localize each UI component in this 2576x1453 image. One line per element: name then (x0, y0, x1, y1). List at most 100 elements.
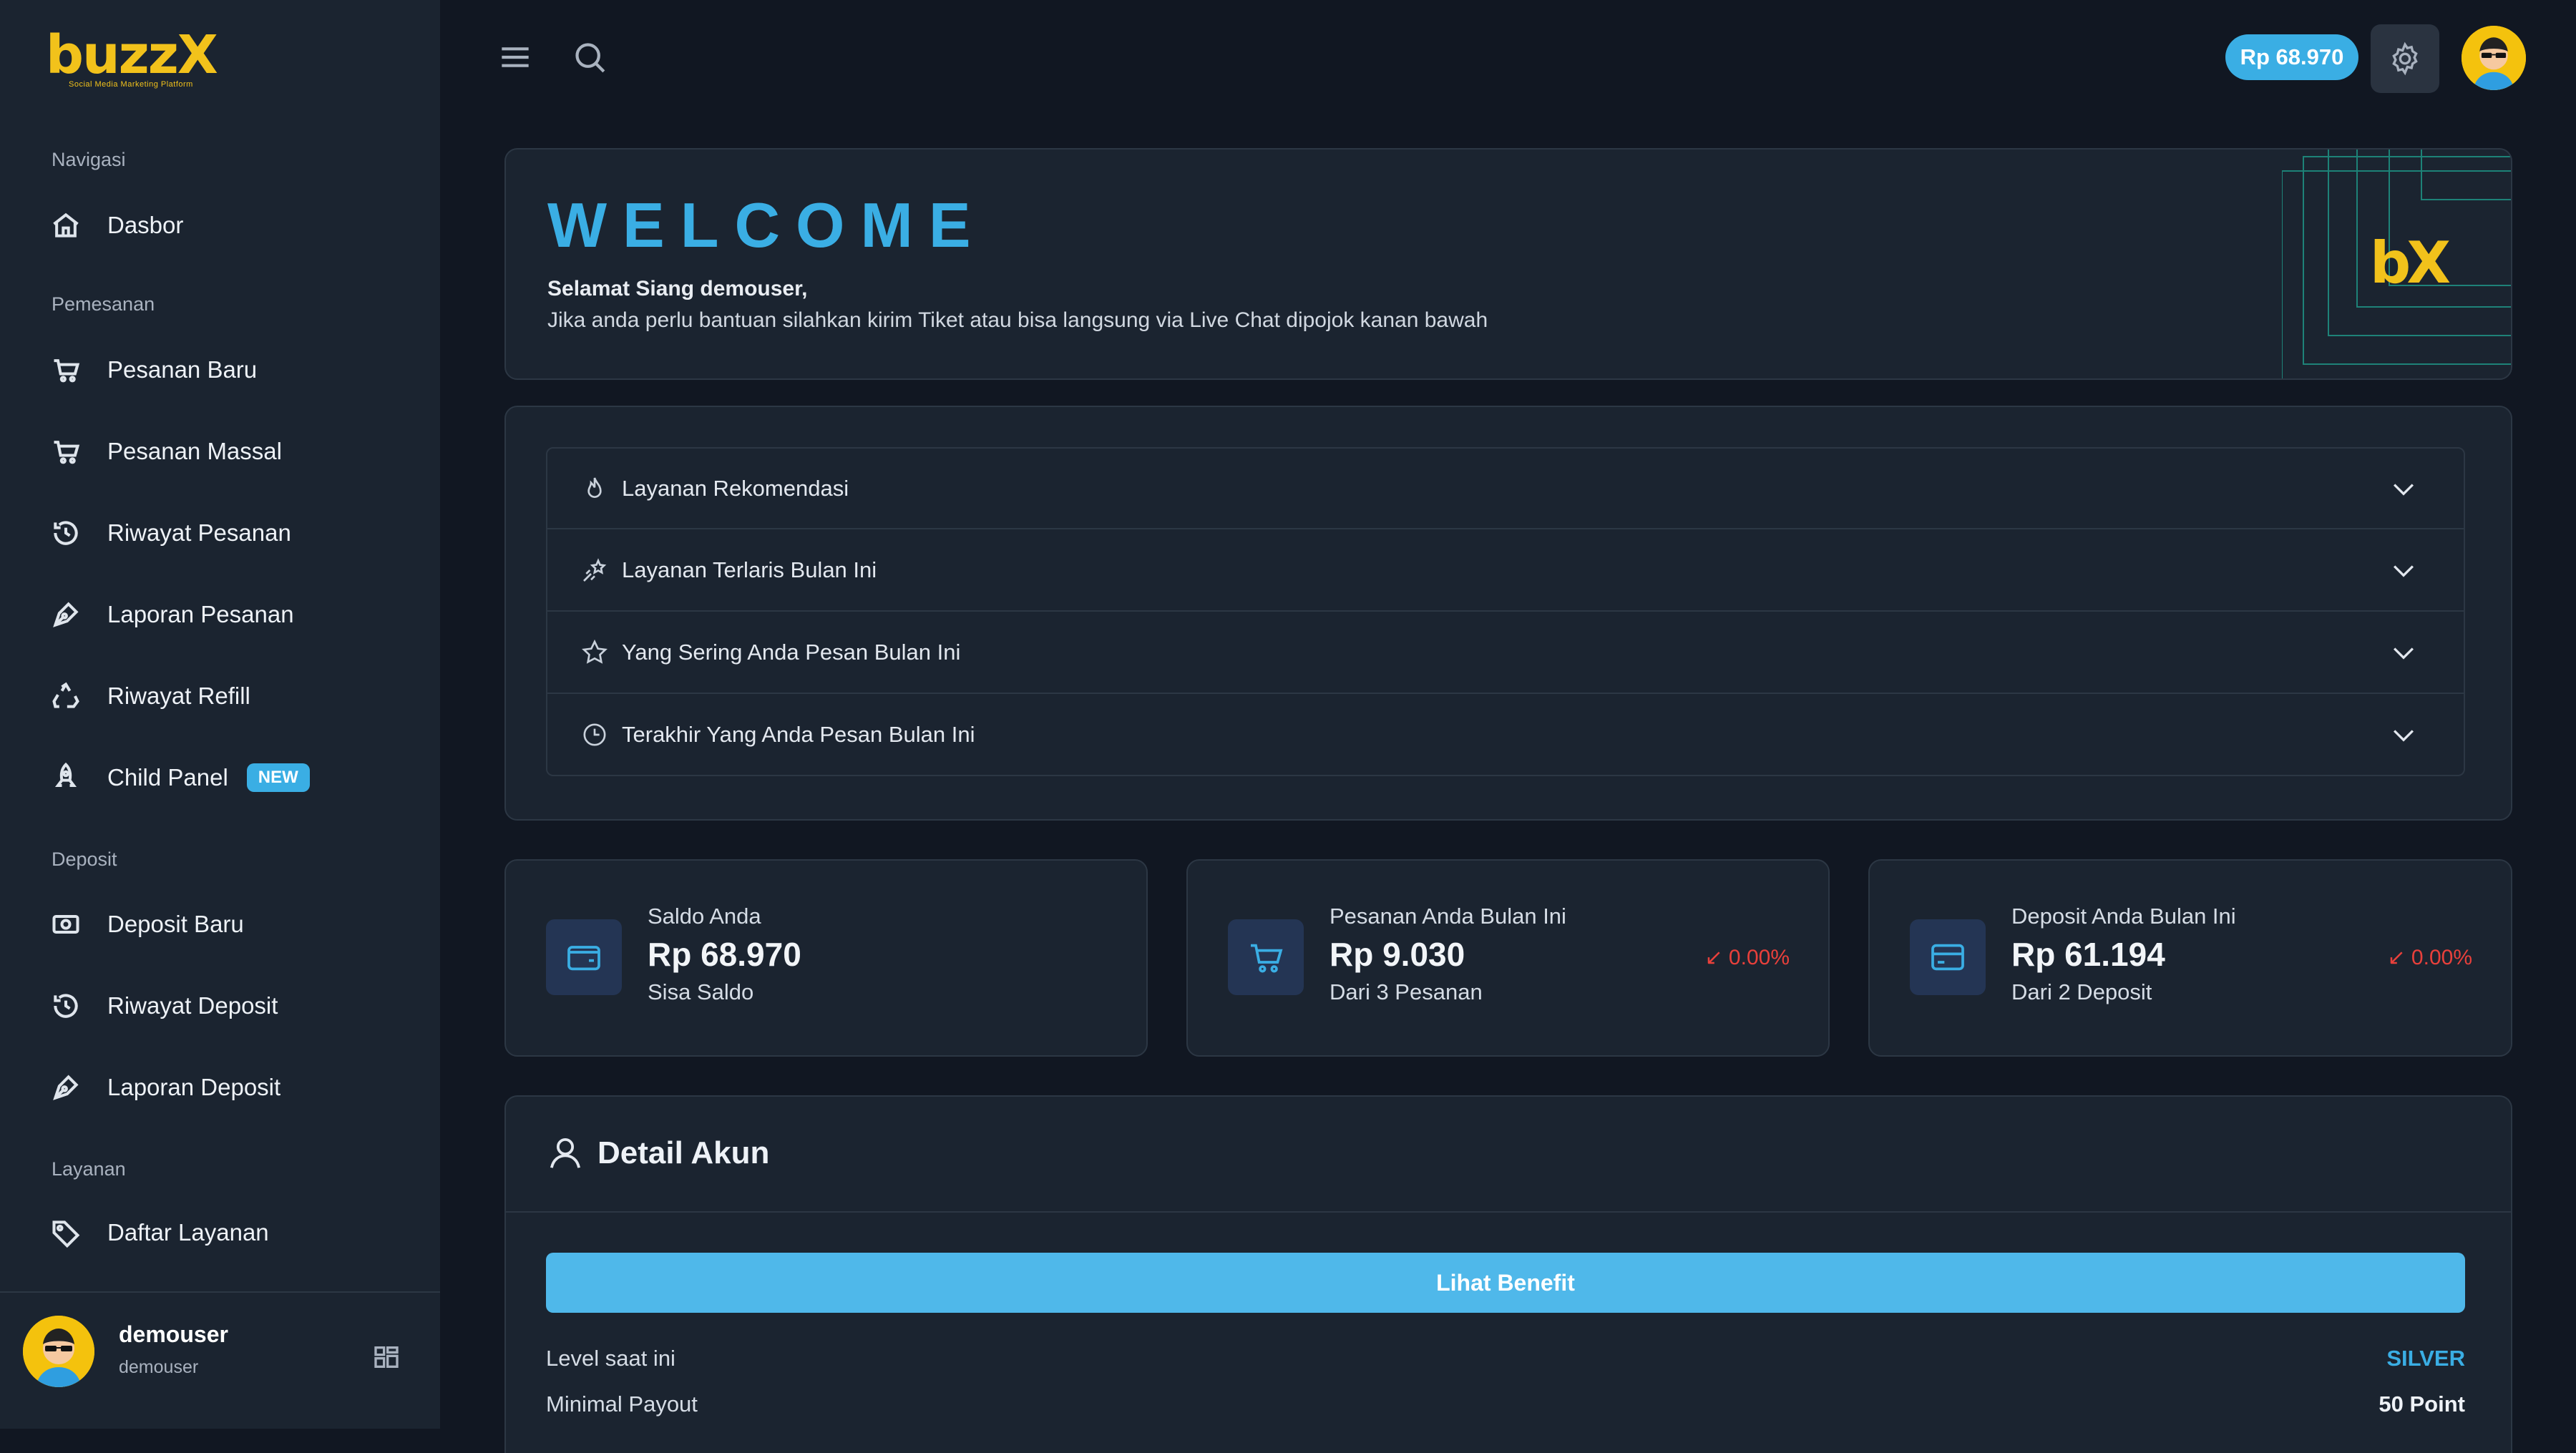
cash-icon (46, 904, 86, 944)
new-badge: NEW (246, 763, 310, 792)
section-navigasi: Navigasi (52, 149, 126, 170)
sidebar-item-label: Riwayat Refill (107, 683, 250, 709)
stat-value: Rp 9.030 (1330, 936, 1465, 973)
chevron-down-icon (2393, 647, 2414, 660)
balance-pill[interactable]: Rp 68.970 (2225, 34, 2358, 80)
cart-icon (46, 431, 86, 471)
stat-delta: ↙ 0.00% (1704, 946, 1790, 969)
sidebar-item-label: Pesanan Baru (107, 356, 258, 383)
account-detail-card: Detail Akun Lihat Benefit Level saat ini… (504, 1095, 2512, 1453)
sidebar-item-label: Laporan Pesanan (107, 601, 294, 627)
section-pemesanan: Pemesanan (52, 293, 155, 315)
star-icon (582, 639, 608, 664)
payout-label: Minimal Payout (546, 1391, 698, 1417)
avatar[interactable] (23, 1316, 94, 1387)
sidebar-item-laporan-deposit[interactable]: Laporan Deposit (46, 1062, 404, 1112)
level-label: Level saat ini (546, 1346, 675, 1371)
fire-icon (587, 477, 602, 498)
sidebar-item-riwayat-pesanan[interactable]: Riwayat Pesanan (46, 508, 404, 558)
menu-icon[interactable] (495, 37, 535, 77)
chevron-down-icon (2393, 729, 2414, 742)
sidebar-item-riwayat-deposit[interactable]: Riwayat Deposit (46, 981, 404, 1031)
sidebar-item-daftar-layanan[interactable]: Daftar Layanan (46, 1208, 404, 1258)
gear-icon (2392, 41, 2418, 76)
view-benefit-button[interactable]: Lihat Benefit (546, 1253, 2465, 1313)
stat-delta: ↙ 0.00% (2387, 946, 2472, 969)
level-value: SILVER (2386, 1346, 2465, 1371)
section-deposit: Deposit (52, 848, 117, 870)
sidebar-user-name: demouser (119, 1321, 228, 1347)
chevron-down-icon (2393, 483, 2414, 496)
welcome-greeting: Selamat Siang demouser, (547, 277, 808, 300)
accordion-bestselling-services[interactable]: Layanan Terlaris Bulan Ini (546, 529, 2465, 612)
wallet-icon (567, 946, 600, 971)
payout-value: 50 Point (2379, 1391, 2465, 1417)
sidebar-item-dasbor[interactable]: Dasbor (46, 200, 404, 250)
search-icon[interactable] (570, 37, 610, 77)
stat-card-deposits: Deposit Anda Bulan Ini Rp 61.194 Dari 2 … (1868, 859, 2512, 1057)
stat-card-balance: Saldo Anda Rp 68.970 Sisa Saldo (504, 859, 1148, 1057)
sidebar-item-label: Pesanan Massal (107, 438, 282, 464)
pen-tool-icon (46, 595, 86, 635)
welcome-message: Jika anda perlu bantuan silahkan kirim T… (547, 308, 1488, 332)
tag-icon (46, 1213, 86, 1253)
sidebar-item-label: Child Panel (107, 764, 228, 791)
detail-title: Detail Akun (597, 1135, 770, 1170)
stat-icon-box (1228, 919, 1304, 995)
sidebar-item-child-panel[interactable]: Child Panel NEW (46, 753, 404, 803)
header-avatar[interactable] (2462, 26, 2526, 90)
clock-icon (583, 723, 606, 745)
sidebar-item-pesanan-baru[interactable]: Pesanan Baru (46, 345, 404, 395)
stat-icon-box (546, 919, 622, 995)
pen-tool-icon (46, 1067, 86, 1107)
stat-card-orders: Pesanan Anda Bulan Ini Rp 9.030 Dari 3 P… (1186, 859, 1830, 1057)
accordion-label: Layanan Terlaris Bulan Ini (622, 557, 877, 582)
divider (506, 1211, 2511, 1213)
layout-icon[interactable] (372, 1343, 401, 1371)
accordion-frequent-orders[interactable]: Yang Sering Anda Pesan Bulan Ini (546, 612, 2465, 694)
stat-value: Rp 68.970 (648, 936, 801, 973)
sidebar-item-pesanan-massal[interactable]: Pesanan Massal (46, 426, 404, 476)
info-row-level: Level saat ini SILVER (546, 1346, 2465, 1371)
stat-label: Pesanan Anda Bulan Ini (1330, 904, 1566, 929)
sidebar-item-riwayat-refill[interactable]: Riwayat Refill (46, 671, 404, 721)
stat-sub: Sisa Saldo (648, 979, 754, 1004)
history-icon (46, 513, 86, 553)
detail-header: Detail Akun (546, 1134, 769, 1173)
settings-button[interactable] (2371, 24, 2439, 93)
sidebar-item-label: Deposit Baru (107, 911, 244, 937)
section-layanan: Layanan (52, 1158, 126, 1180)
sidebar-item-label: Daftar Layanan (107, 1219, 269, 1246)
welcome-card: WELCOME Selamat Siang demouser, Jika and… (504, 148, 2512, 380)
sidebar-item-laporan-pesanan[interactable]: Laporan Pesanan (46, 589, 404, 640)
accordion-label: Terakhir Yang Anda Pesan Bulan Ini (622, 721, 975, 747)
welcome-logo: bX (2370, 230, 2451, 296)
accordion-recent-orders[interactable]: Terakhir Yang Anda Pesan Bulan Ini (546, 694, 2465, 776)
stat-icon-box (1910, 919, 1986, 995)
stat-label: Saldo Anda (648, 904, 761, 929)
accordion-label: Yang Sering Anda Pesan Bulan Ini (622, 639, 961, 665)
accordion-label: Layanan Rekomendasi (622, 475, 849, 501)
sidebar-item-label: Laporan Deposit (107, 1074, 281, 1100)
sidebar-user-panel[interactable]: demouser demouser (0, 1291, 440, 1430)
stat-value: Rp 61.194 (2011, 936, 2165, 973)
history-icon (46, 986, 86, 1026)
sidebar-item-deposit-baru[interactable]: Deposit Baru (46, 899, 404, 949)
user-icon (550, 1138, 581, 1168)
shooting-star-icon (583, 557, 607, 582)
info-row-payout: Minimal Payout 50 Point (546, 1391, 2465, 1417)
rocket-icon (46, 758, 86, 798)
sidebar-user-username: demouser (119, 1357, 199, 1377)
brand-logo[interactable]: buzzX Social Media Marketing Platform (46, 29, 232, 93)
chevron-down-icon (2393, 564, 2414, 577)
cart-icon (46, 350, 86, 390)
credit-card-icon (1931, 944, 1964, 971)
accordion-recommended-services[interactable]: Layanan Rekomendasi (546, 447, 2465, 529)
sidebar: buzzX Social Media Marketing Platform Na… (0, 0, 440, 1429)
sidebar-item-label: Riwayat Deposit (107, 992, 278, 1019)
cart-icon (1251, 944, 1283, 973)
welcome-title: WELCOME (547, 190, 987, 260)
home-icon (46, 205, 86, 245)
logo-wordmark: buzzX (46, 24, 218, 86)
sidebar-item-label: Riwayat Pesanan (107, 519, 291, 546)
